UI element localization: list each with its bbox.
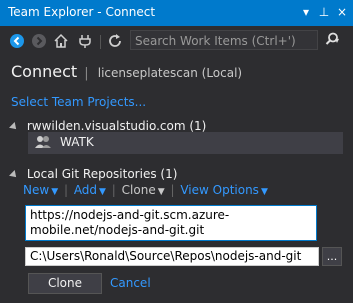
local-git-actions: New ▼ | Add ▼ | Clone ▼ | View Options ▼ — [23, 183, 268, 197]
view-options-menu-link[interactable]: View Options ▼ — [180, 183, 268, 197]
new-menu-link[interactable]: New ▼ — [23, 183, 58, 197]
team-project-icon — [34, 135, 52, 153]
chevron-down-icon: ▼ — [157, 187, 165, 197]
home-icon[interactable] — [52, 33, 70, 51]
page-title: Connect — [11, 62, 78, 81]
close-button[interactable]: × — [334, 3, 350, 21]
team-project-label: WATK — [60, 135, 94, 149]
local-git-title: Local Git Repositories (1) — [26, 167, 178, 181]
forward-arrow-icon[interactable] — [30, 33, 48, 51]
header-separator: | — [84, 66, 89, 81]
window-title: Team Explorer - Connect — [8, 5, 156, 19]
browse-button[interactable]: ... — [322, 247, 342, 266]
cancel-link[interactable]: Cancel — [110, 276, 151, 290]
back-arrow-icon[interactable] — [8, 33, 26, 51]
select-team-projects-link[interactable]: Select Team Projects... — [11, 95, 146, 109]
refresh-icon[interactable] — [106, 33, 124, 51]
title-bar: Team Explorer - Connect ▾ ⊥ × — [0, 0, 353, 26]
chevron-down-icon: ▼ — [51, 187, 59, 197]
chevron-down-icon: ▼ — [99, 187, 106, 197]
expand-triangle-icon[interactable] — [9, 169, 19, 180]
clone-menu-link[interactable]: Clone ▼ — [122, 183, 165, 197]
action-divider: | — [111, 183, 116, 197]
add-menu-link[interactable]: Add ▼ — [74, 183, 106, 197]
server-section-header[interactable]: rwwilden.visualstudio.com (1) — [9, 119, 207, 133]
action-divider: | — [170, 183, 175, 197]
clone-button[interactable]: Clone — [28, 273, 102, 294]
server-name: rwwilden.visualstudio.com (1) — [26, 119, 207, 133]
pin-button[interactable]: ⊥ — [316, 3, 332, 21]
search-icon[interactable]: ▾ — [322, 32, 342, 50]
window-dropdown-button[interactable]: ▾ — [298, 3, 314, 21]
team-project-item[interactable]: WATK — [28, 132, 343, 154]
toolbar: Search Work Items (Ctrl+') ▾ — [0, 26, 353, 58]
expand-triangle-icon[interactable] — [9, 121, 19, 132]
clone-path-input[interactable]: C:\Users\Ronald\Source\Repos\nodejs-and-… — [25, 247, 319, 266]
clone-url-input[interactable]: https://nodejs-and-git.scm.azure-mobile.… — [25, 205, 317, 241]
page-subtitle: licenseplatescan (Local) — [97, 66, 243, 80]
local-git-section-header[interactable]: Local Git Repositories (1) — [9, 167, 178, 181]
plug-icon[interactable] — [76, 33, 94, 51]
search-work-items-input[interactable]: Search Work Items (Ctrl+') — [130, 30, 318, 50]
chevron-down-icon: ▼ — [260, 187, 268, 197]
page-header: Connect | licenseplatescan (Local) — [11, 62, 242, 81]
toolbar-separator — [100, 35, 101, 49]
action-divider: | — [63, 183, 68, 197]
